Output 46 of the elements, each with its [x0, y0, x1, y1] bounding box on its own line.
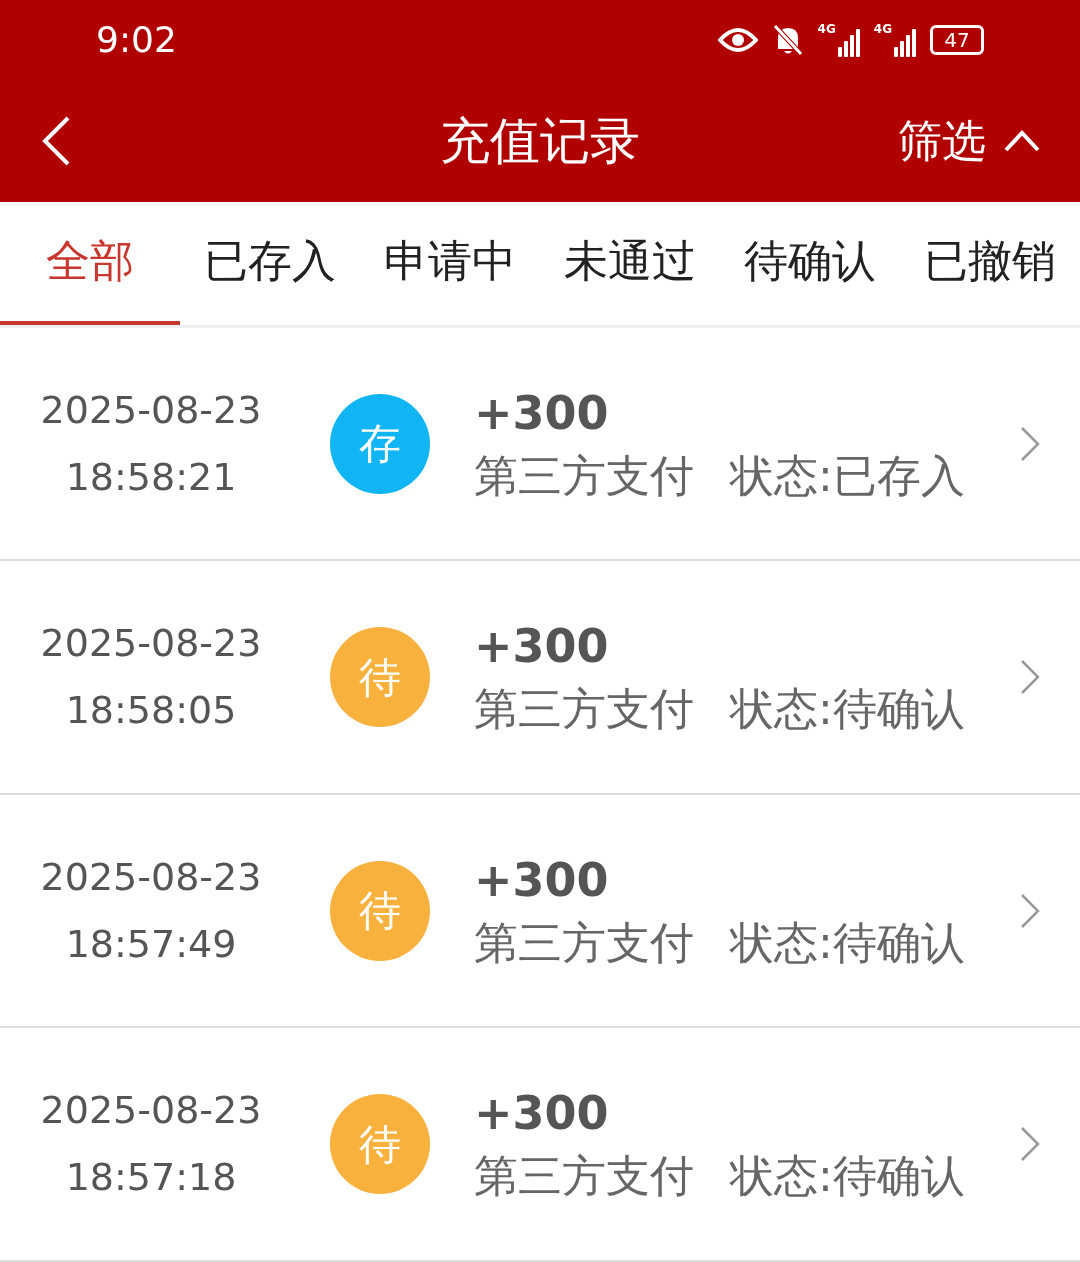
status-badge: 存	[330, 393, 430, 494]
payment-method: 第三方支付	[474, 1154, 694, 1199]
record-row[interactable]: 2025-08-23 18:58:05 待 +300 第三方支付 状态:待确认	[0, 561, 1080, 795]
record-status: 状态:待确认	[730, 920, 965, 965]
tab[interactable]: 已撤销	[900, 202, 1080, 325]
status-badge: 待	[330, 860, 430, 961]
record-date: 2025-08-23	[40, 386, 262, 434]
record-date: 2025-08-23	[40, 620, 262, 668]
chevron-right-icon	[1020, 1126, 1040, 1163]
record-status: 状态:待确认	[730, 1154, 965, 1199]
tab[interactable]: 全部	[0, 202, 180, 325]
filter-button[interactable]: 筛选	[898, 108, 1040, 174]
battery-icon: 47	[930, 25, 984, 55]
chevron-up-icon	[1004, 130, 1040, 152]
record-amount: +300	[474, 856, 610, 903]
record-time: 18:57:49	[65, 920, 237, 968]
record-amount: +300	[474, 623, 610, 670]
chevron-right-icon	[1020, 425, 1040, 462]
back-icon[interactable]	[40, 115, 72, 167]
record-row[interactable]: 2025-08-23 18:57:49 待 +300 第三方支付 状态:待确认	[0, 794, 1080, 1029]
record-status: 状态:已存入	[730, 453, 965, 498]
record-row[interactable]: 2025-08-23 18:58:21 存 +300 第三方支付 状态:已存入	[0, 327, 1080, 562]
tab[interactable]: 未通过	[540, 202, 720, 325]
tab[interactable]: 申请中	[360, 202, 540, 325]
record-amount: +300	[474, 389, 610, 436]
status-badge: 待	[330, 627, 430, 728]
bell-muted-icon	[771, 23, 804, 57]
payment-method: 第三方支付	[474, 687, 694, 732]
tab[interactable]: 已存入	[180, 202, 360, 325]
record-status: 状态:待确认	[730, 687, 965, 732]
record-date: 2025-08-23	[40, 853, 262, 901]
record-amount: +300	[474, 1090, 610, 1137]
record-date: 2025-08-23	[40, 1087, 262, 1135]
tab[interactable]: 待确认	[720, 202, 900, 325]
clock-time: 9:02	[96, 18, 177, 62]
eye-icon	[717, 26, 758, 54]
record-time: 18:57:18	[65, 1154, 237, 1202]
record-time: 18:58:21	[65, 453, 237, 501]
chevron-right-icon	[1020, 892, 1040, 929]
record-time: 18:58:05	[65, 687, 237, 735]
status-badge: 待	[330, 1094, 430, 1195]
record-row[interactable]: 2025-08-23 18:57:18 待 +300 第三方支付 状态:待确认	[0, 1028, 1080, 1262]
payment-method: 第三方支付	[474, 453, 694, 498]
payment-method: 第三方支付	[474, 920, 694, 965]
page-title: 充值记录	[440, 110, 640, 172]
chevron-right-icon	[1020, 659, 1040, 696]
